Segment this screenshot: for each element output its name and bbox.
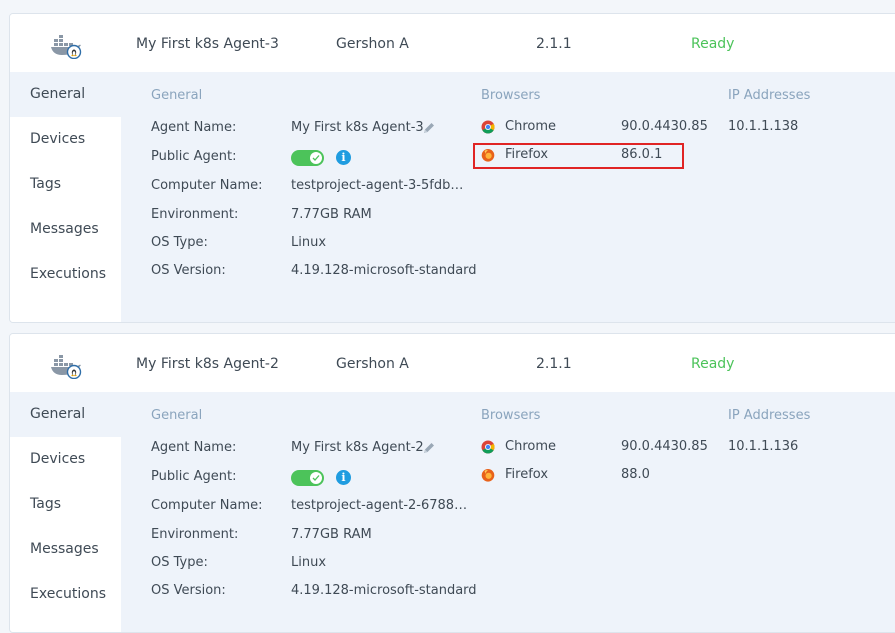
nav-tags[interactable]: Tags [10,482,121,527]
field-label: Environment: [151,527,239,542]
field-value: testproject-agent-2-6788… [291,498,468,513]
field-value: Linux [291,555,327,570]
highlight-box [473,143,684,169]
docker-linux-agent-icon [51,355,82,379]
browser-row-chrome: Chrome 90.0.4430.85 [481,119,721,139]
browser-name: Chrome [505,439,556,454]
nav-tags[interactable]: Tags [10,162,121,207]
field-label: Public Agent: [151,469,237,484]
field-value: My First k8s Agent-3 [291,120,424,135]
nav-devices[interactable]: Devices [10,117,121,162]
field-label: Agent Name: [151,440,237,455]
section-title-browsers: Browsers [481,408,541,423]
agent-side-nav: General Devices Tags Messages Executions [10,392,121,632]
agent-card: My First k8s Agent-2 Gershon A 2.1.1 Rea… [9,333,895,633]
section-title-ip-addresses: IP Addresses [728,88,811,103]
info-icon[interactable]: i [336,470,351,485]
ip-address: 10.1.1.138 [728,119,799,134]
agent-card-header[interactable]: My First k8s Agent-2 Gershon A 2.1.1 Rea… [10,334,895,392]
field-value: 4.19.128-microsoft-standard [291,263,477,278]
nav-devices[interactable]: Devices [10,437,121,482]
field-environment: Environment: 7.77GB RAM [151,207,481,227]
field-value: testproject-agent-3-5fdb… [291,178,464,193]
browser-version: 90.0.4430.85 [621,439,708,454]
section-title-general: General [151,88,203,103]
agent-owner: Gershon A [336,356,409,372]
info-icon[interactable]: i [336,150,351,165]
field-os-version: OS Version: 4.19.128-microsoft-standard [151,583,481,603]
field-value: 7.77GB RAM [291,527,372,542]
agent-name: My First k8s Agent-2 [136,356,279,372]
nav-executions[interactable]: Executions [10,252,121,297]
field-label: OS Version: [151,583,226,598]
section-title-ip-addresses: IP Addresses [728,408,811,423]
nav-messages[interactable]: Messages [10,207,121,252]
browser-row-firefox: Firefox 88.0 [481,467,721,487]
agent-status: Ready [691,356,735,372]
nav-general[interactable]: General [10,72,121,117]
field-computer-name: Computer Name: testproject-agent-3-5fdb… [151,178,481,198]
agent-version: 2.1.1 [536,356,572,372]
nav-messages[interactable]: Messages [10,527,121,572]
docker-linux-agent-icon [51,35,82,59]
field-label: Public Agent: [151,149,237,164]
field-os-version: OS Version: 4.19.128-microsoft-standard [151,263,481,283]
public-agent-toggle[interactable] [291,470,324,486]
browser-version: 90.0.4430.85 [621,119,708,134]
field-os-type: OS Type: Linux [151,555,481,575]
chrome-icon [481,440,495,454]
field-value: My First k8s Agent-2 [291,440,424,455]
field-value: Linux [291,235,327,250]
agent-side-nav: General Devices Tags Messages Executions [10,72,121,322]
section-title-browsers: Browsers [481,88,541,103]
field-label: Computer Name: [151,498,263,513]
browser-row-chrome: Chrome 90.0.4430.85 [481,439,721,459]
agent-version: 2.1.1 [536,36,572,52]
field-label: Environment: [151,207,239,222]
browser-version: 88.0 [621,467,650,482]
field-computer-name: Computer Name: testproject-agent-2-6788… [151,498,481,518]
agent-owner: Gershon A [336,36,409,52]
field-value: 4.19.128-microsoft-standard [291,583,477,598]
pencil-icon[interactable] [422,441,436,455]
agent-details: General Devices Tags Messages Executions… [10,392,895,632]
check-icon [312,155,320,161]
section-title-general: General [151,408,203,423]
field-agent-name: Agent Name: My First k8s Agent-2 [151,440,481,460]
browser-name: Chrome [505,119,556,134]
agent-card: My First k8s Agent-3 Gershon A 2.1.1 Rea… [9,13,895,323]
firefox-icon [481,469,495,482]
public-agent-toggle[interactable] [291,150,324,166]
chrome-icon [481,120,495,134]
field-environment: Environment: 7.77GB RAM [151,527,481,547]
browser-name: Firefox [505,467,549,482]
field-public-agent: Public Agent: i [151,149,481,169]
agent-general-panel: General Browsers IP Addresses Agent Name… [121,392,895,632]
check-icon [312,475,320,481]
agent-status: Ready [691,36,735,52]
field-os-type: OS Type: Linux [151,235,481,255]
nav-executions[interactable]: Executions [10,572,121,617]
field-label: Computer Name: [151,178,263,193]
ip-address: 10.1.1.136 [728,439,799,454]
nav-general[interactable]: General [10,392,121,437]
pencil-icon[interactable] [422,121,436,135]
field-public-agent: Public Agent: i [151,469,481,489]
agent-card-header[interactable]: My First k8s Agent-3 Gershon A 2.1.1 Rea… [10,14,895,72]
field-label: Agent Name: [151,120,237,135]
field-label: OS Type: [151,235,208,250]
field-value: 7.77GB RAM [291,207,372,222]
agent-name: My First k8s Agent-3 [136,36,279,52]
field-agent-name: Agent Name: My First k8s Agent-3 [151,120,481,140]
field-label: OS Type: [151,555,208,570]
agent-general-panel: General Browsers IP Addresses Agent Name… [121,72,895,322]
agent-details: General Devices Tags Messages Executions… [10,72,895,322]
field-label: OS Version: [151,263,226,278]
